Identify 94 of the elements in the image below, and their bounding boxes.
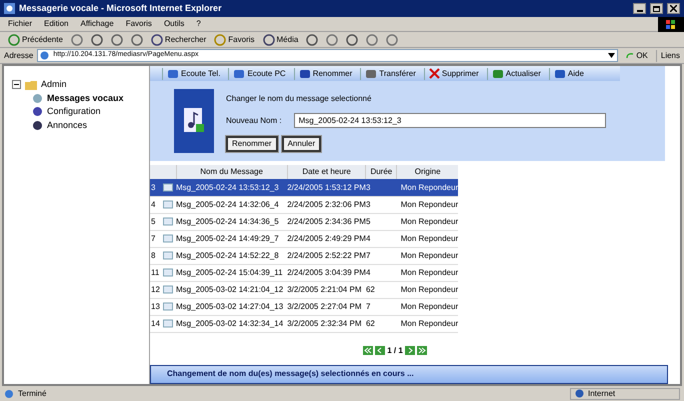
tree-item[interactable]: Annonces	[47, 118, 88, 132]
browser-icon	[4, 3, 15, 14]
menu-item[interactable]: Affichage	[80, 18, 114, 30]
action-button[interactable]: Ecoute Tel.	[162, 68, 220, 80]
field-label: Nouveau Nom :	[226, 114, 282, 126]
folder-icon	[25, 80, 37, 90]
menu-item[interactable]: Fichier	[8, 18, 32, 30]
table-cell: 3/2/2005 2:32:34 PM	[287, 315, 366, 332]
menu-item[interactable]: ?	[196, 18, 201, 30]
zone-text: Internet	[588, 388, 616, 400]
table-cell: 62	[366, 315, 397, 332]
table-cell: Msg_2005-02-24 14:49:29_7	[176, 230, 288, 248]
tree-item[interactable]: Configuration	[47, 105, 101, 118]
table-cell: 2/24/2005 2:34:36 PM	[287, 213, 366, 230]
action-button[interactable]: Ecoute PC	[228, 68, 286, 80]
action-button[interactable]: Actualiser	[486, 68, 541, 80]
table-cell: 2/24/2005 1:53:12 PM	[287, 179, 366, 196]
toolbar-button[interactable]: Favoris	[214, 34, 255, 46]
table-cell: Msg_2005-02-24 14:34:36_5	[176, 213, 288, 230]
table-cell: 4	[366, 230, 397, 248]
table-cell: 5	[150, 213, 162, 230]
form-button[interactable]: Renommer	[226, 136, 278, 152]
table-cell: 8	[150, 247, 162, 264]
toolbar-button[interactable]: Précédente	[8, 34, 63, 46]
menu-item[interactable]: Edition	[44, 18, 68, 30]
table-cell: Mon Repondeur	[396, 247, 458, 264]
action-button[interactable]: Transférer	[360, 68, 416, 80]
table-cell: 4	[150, 196, 162, 214]
table-cell: 2/24/2005 2:52:22 PM	[287, 247, 366, 264]
table-cell: 3/2/2005 2:27:04 PM	[287, 298, 366, 316]
address-label: Adresse	[4, 50, 34, 62]
windows-logo-icon	[666, 20, 676, 28]
close-icon	[670, 5, 677, 12]
dropdown-icon	[608, 53, 616, 58]
form-button[interactable]: Annuler	[282, 136, 322, 152]
table-cell: Mon Repondeur	[396, 298, 458, 316]
table-cell: Mon Repondeur	[396, 264, 458, 282]
action-button[interactable]: Aide	[548, 68, 584, 80]
maximize-button[interactable]	[650, 3, 663, 14]
table-cell: 7	[150, 230, 162, 248]
action-button[interactable]: Renommer	[294, 68, 352, 80]
next-page-icon[interactable]	[404, 346, 415, 356]
menu-item[interactable]: Favoris	[126, 18, 152, 30]
table-cell: Msg_2005-02-24 14:52:22_8	[176, 247, 288, 264]
table-cell: 14	[150, 315, 162, 332]
table-cell: Msg_2005-03-02 14:21:04_12	[176, 281, 288, 298]
table-cell: Msg_2005-03-02 14:32:34_14	[176, 315, 288, 332]
table-cell: 3	[150, 179, 162, 196]
table-cell: 7	[366, 247, 397, 264]
window-title: Messagerie vocale - Microsoft Internet Explorer	[19, 2, 223, 15]
table-cell: Msg_2005-02-24 13:53:12_3	[176, 179, 288, 196]
table-cell: Mon Repondeur	[396, 315, 458, 332]
name-input[interactable]: Msg_2005-02-24 13:53:12_3	[294, 113, 606, 128]
table-cell: Mon Repondeur	[396, 196, 458, 214]
table-cell: 5	[366, 213, 397, 230]
minimize-button[interactable]	[633, 3, 646, 14]
table-cell: 62	[366, 281, 397, 298]
table-cell: 4	[366, 264, 397, 282]
table-cell: 3	[366, 196, 397, 214]
tree-item[interactable]: Messages vocaux	[47, 92, 124, 105]
previous-page-icon[interactable]	[375, 346, 386, 356]
table-cell: 12	[150, 281, 162, 298]
table-cell: 2/24/2005 2:49:29 PM	[287, 230, 366, 248]
table-cell: 2/24/2005 3:04:39 PM	[287, 264, 366, 282]
table-cell: Mon Repondeur	[396, 230, 458, 248]
table-cell: 2/24/2005 2:32:06 PM	[287, 196, 366, 214]
toolbar-button[interactable]: Rechercher	[150, 34, 206, 46]
status-text: Terminé	[18, 388, 48, 400]
cross-icon	[428, 68, 440, 79]
status-message: Changement de nom du(es) message(s) selectionnés en cours ...	[167, 368, 414, 380]
close-button[interactable]	[667, 3, 680, 14]
table-cell: 13	[150, 298, 162, 316]
table-cell: Mon Repondeur	[396, 179, 458, 196]
links-label[interactable]: Liens	[656, 50, 680, 62]
collapse-icon[interactable]	[12, 80, 21, 90]
form-heading: Changer le nom du message selectionné	[226, 93, 372, 105]
menu-item[interactable]: Outils	[164, 18, 184, 30]
table-cell: 11	[150, 264, 162, 282]
last-page-icon[interactable]	[416, 346, 427, 356]
table-cell: 7	[366, 298, 397, 316]
table-cell: 3	[366, 179, 397, 196]
first-page-icon[interactable]	[363, 346, 374, 356]
table-cell: Mon Repondeur	[396, 213, 458, 230]
table-cell: Msg_2005-02-24 14:32:06_4	[176, 196, 288, 214]
table-cell: 3/2/2005 2:21:04 PM	[287, 281, 366, 298]
page-indicator: 1 / 1	[387, 344, 403, 357]
tree-item[interactable]: Admin	[41, 78, 67, 92]
table-cell: Mon Repondeur	[396, 281, 458, 298]
action-button[interactable]: Supprimer	[424, 68, 479, 80]
toolbar-button[interactable]: Média	[262, 34, 298, 46]
table-cell: Msg_2005-03-02 14:27:04_13	[176, 298, 288, 316]
table-cell: Msg_2005-02-24 15:04:39_11	[176, 264, 288, 282]
audio-file-drawing	[174, 89, 214, 153]
go-button[interactable]: OK	[622, 50, 652, 62]
